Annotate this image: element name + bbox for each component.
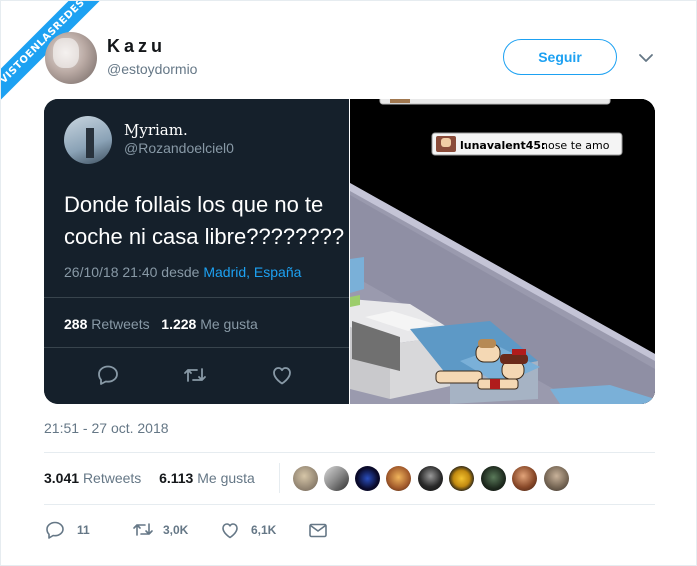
message-action[interactable] [308,521,330,539]
reply-count: 11 [77,523,90,537]
author-avatar[interactable] [45,32,97,84]
likers-divider [279,463,280,493]
like-action[interactable]: 6,1K [220,521,290,539]
embedded-text-line-2: coche ni casa libre???????? [64,224,345,249]
reply-action[interactable]: 11 [45,521,105,539]
embedded-divider [44,347,349,348]
divider [44,504,655,505]
embedded-text-line-1: Donde follais los que no te [64,192,324,217]
game-screenshot: lunavalent45: nose te amo [350,99,655,404]
likes-count[interactable]: 6.113 [159,470,193,486]
embedded-date: 26/10/18 21:40 desde Madrid, España [64,264,301,280]
liker-avatar[interactable] [544,466,569,491]
chat-username: lunavalent45: [460,139,545,152]
author-name[interactable]: Kazu [107,36,166,57]
like-count: 6,1K [251,523,277,537]
embedded-location: Madrid, España [203,264,302,280]
embedded-date-text: 26/10/18 21:40 desde [64,264,200,280]
embedded-avatar [64,116,112,164]
embedded-retweet-icon [184,368,206,382]
embedded-tweet-screenshot: Ɱyriam. @Rozandoelciel0 Donde follais lo… [44,99,349,404]
like-icon [222,523,238,539]
retweet-action[interactable]: 3,0K [132,521,202,539]
follow-button[interactable]: Seguir [503,39,617,75]
embedded-likes-label: Me gusta [200,316,258,332]
divider [44,452,655,453]
embedded-retweets-label: Retweets [91,316,150,332]
retweets-label[interactable]: Retweets [83,470,141,486]
envelope-icon [309,523,327,538]
embedded-likes-count: 1.228 [161,316,197,332]
game-scene: lunavalent45: nose te amo [350,99,655,404]
engagement-stats: 3.041 Retweets 6.113 Me gusta [44,470,255,486]
likes-label[interactable]: Me gusta [197,470,255,486]
liker-avatar[interactable] [324,466,349,491]
liker-avatar[interactable] [449,466,474,491]
liker-avatar[interactable] [386,466,411,491]
embedded-tweet-text: Donde follais los que no te coche ni cas… [64,189,344,253]
embedded-stats: 288 Retweets 1.228 Me gusta [64,316,258,332]
embedded-name: Ɱyriam. [124,121,188,139]
tweet-media[interactable]: Ɱyriam. @Rozandoelciel0 Donde follais lo… [44,99,655,404]
embedded-handle: @Rozandoelciel0 [124,140,234,156]
liker-avatar[interactable] [481,466,506,491]
embedded-retweets-count: 288 [64,316,88,332]
embedded-actions [44,363,349,389]
chat-message: nose te amo [541,139,610,152]
retweets-count[interactable]: 3.041 [44,470,79,486]
reply-icon [46,521,64,539]
tweet-timestamp[interactable]: 21:51 - 27 oct. 2018 [44,420,169,436]
embedded-divider [44,297,349,298]
liker-avatar[interactable] [293,466,318,491]
liker-avatar[interactable] [418,466,443,491]
retweet-count: 3,0K [163,523,189,537]
liker-avatar[interactable] [512,466,537,491]
retweet-icon [133,523,153,536]
liker-avatar[interactable] [355,466,380,491]
author-handle[interactable]: @estoydormio [107,61,197,77]
embedded-like-icon [273,367,291,385]
embedded-reply-icon [98,365,118,385]
chevron-down-icon[interactable] [637,49,655,67]
tweet-card: VISTOENLASREDES Kazu @estoydormio Seguir… [0,0,697,566]
